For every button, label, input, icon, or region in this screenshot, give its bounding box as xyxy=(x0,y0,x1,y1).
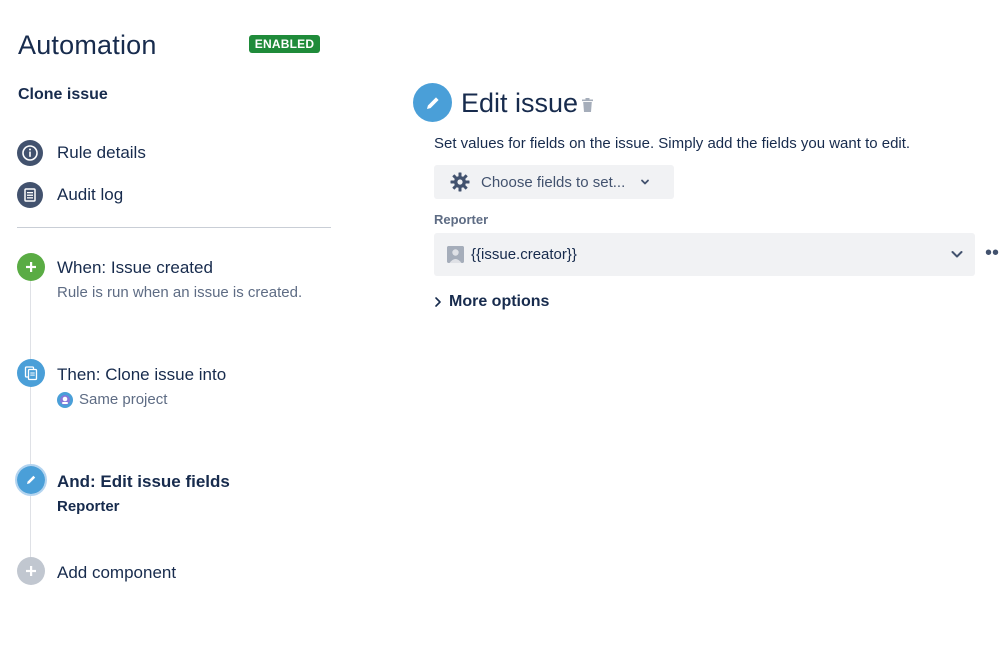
chevron-right-icon xyxy=(435,297,441,307)
clone-title[interactable]: Then: Clone issue into xyxy=(57,365,226,385)
add-component-label[interactable]: Add component xyxy=(57,563,176,583)
choose-fields-button[interactable]: Choose fields to set... xyxy=(434,165,674,199)
pencil-icon xyxy=(17,466,45,494)
nav-audit-log[interactable]: Audit log xyxy=(17,182,123,208)
trigger-subtitle: Rule is run when an issue is created. xyxy=(57,284,303,301)
clone-icon xyxy=(17,359,45,387)
project-avatar-icon xyxy=(57,391,73,408)
status-badge: ENABLED xyxy=(249,35,320,53)
more-actions-icon[interactable]: •• xyxy=(985,243,999,263)
trash-icon[interactable] xyxy=(581,97,594,118)
page-title: Automation xyxy=(18,30,157,60)
audit-log-icon xyxy=(17,182,43,208)
edit-step-subtitle: Reporter xyxy=(57,498,120,515)
choose-fields-label: Choose fields to set... xyxy=(481,173,626,191)
rule-name: Clone issue xyxy=(18,86,108,103)
divider xyxy=(17,227,331,228)
info-icon xyxy=(17,140,43,166)
reporter-field-label: Reporter xyxy=(434,212,489,227)
edit-step[interactable] xyxy=(17,466,45,494)
panel-description: Set values for fields on the issue. Simp… xyxy=(434,135,911,152)
clone-project: Same project xyxy=(57,391,167,408)
chevron-down-icon xyxy=(641,179,650,185)
nav-rule-details-label: Rule details xyxy=(57,143,146,162)
clone-project-label: Same project xyxy=(79,391,168,408)
add-component-button[interactable] xyxy=(17,557,45,585)
reporter-select[interactable]: {{issue.creator}} xyxy=(434,233,975,276)
nav-rule-details[interactable]: Rule details xyxy=(17,140,146,166)
panel-title: Edit issue xyxy=(461,88,579,118)
trigger-title[interactable]: When: Issue created xyxy=(57,258,213,278)
edit-step-title[interactable]: And: Edit issue fields xyxy=(57,472,230,492)
more-options-toggle[interactable]: More options xyxy=(434,293,549,311)
gear-icon xyxy=(450,172,470,192)
more-options-label: More options xyxy=(449,293,550,310)
reporter-value: {{issue.creator}} xyxy=(471,246,577,263)
plus-icon xyxy=(17,557,45,585)
timeline-line xyxy=(30,270,31,570)
chevron-down-icon[interactable] xyxy=(950,247,964,261)
nav-audit-log-label: Audit log xyxy=(57,185,124,204)
clone-step[interactable] xyxy=(17,359,45,387)
pencil-icon xyxy=(413,83,452,122)
user-avatar-icon xyxy=(447,246,464,263)
plus-icon xyxy=(17,253,45,281)
trigger-step[interactable] xyxy=(17,253,45,281)
